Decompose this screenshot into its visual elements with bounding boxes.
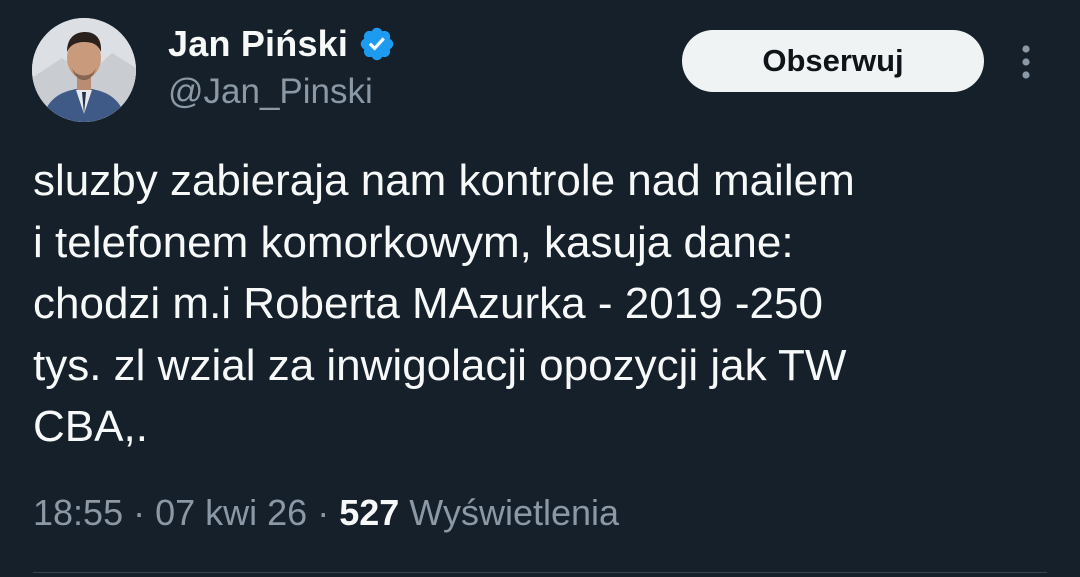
more-vertical-icon[interactable] — [1010, 40, 1042, 84]
verified-badge-icon[interactable] — [358, 25, 396, 63]
divider — [33, 572, 1047, 573]
meta-separator: · — [307, 492, 340, 533]
meta-separator: · — [123, 492, 156, 533]
tweet-date[interactable]: 07 kwi 26 — [155, 492, 307, 533]
avatar-image — [32, 18, 136, 122]
follow-button[interactable]: Obserwuj — [682, 30, 984, 92]
tweet-text: sluzby zabieraja nam kontrole nad mailem… — [33, 156, 855, 451]
views-count[interactable]: 527 — [339, 492, 399, 533]
tweet-meta: 18:55 · 07 kwi 26 · 527 Wyświetlenia — [33, 492, 619, 534]
author-name-row: Jan Piński — [168, 20, 396, 68]
author-handle[interactable]: @Jan_Pinski — [168, 72, 373, 112]
author-avatar[interactable] — [32, 18, 136, 122]
views-label[interactable]: Wyświetlenia — [409, 492, 619, 533]
tweet-time[interactable]: 18:55 — [33, 492, 123, 533]
author-display-name[interactable]: Jan Piński — [168, 23, 348, 65]
